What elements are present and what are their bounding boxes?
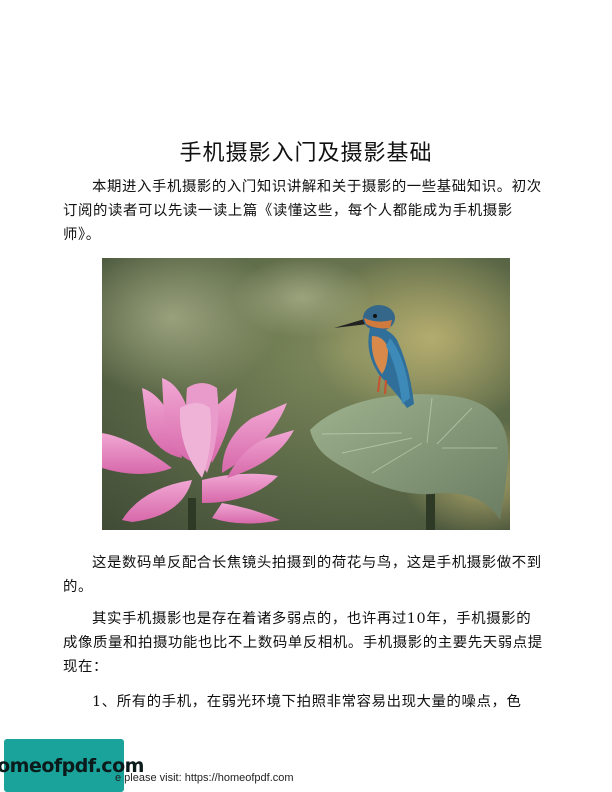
photo-caption-paragraph: 这是数码单反配合长焦镜头拍摄到的荷花与鸟，这是手机摄影做不到的。 <box>63 555 542 595</box>
document-title: 手机摄影入门及摄影基础 <box>179 140 433 166</box>
lotus-kingfisher-photo <box>102 258 510 530</box>
footer-watermark-link[interactable]: e please visit: https://homeofpdf.com <box>115 772 294 784</box>
list-item-1: 1、所有的手机，在弱光环境下拍照非常容易出现大量的噪点，色 <box>92 694 522 710</box>
weakness-paragraph: 其实手机摄影也是存在着诸多弱点的，也许再过10年，手机摄影的成像质量和拍摄功能也… <box>63 611 543 675</box>
homeofpdf-logo[interactable]: homeofpdf.com <box>0 739 144 792</box>
pdf-page: 手机摄影入门及摄影基础 本期进入手机摄影的入门知识讲解和关于摄影的一些基础知识。… <box>0 0 612 792</box>
intro-paragraph: 本期进入手机摄影的入门知识讲解和关于摄影的一些基础知识。初次订阅的读者可以先读一… <box>63 179 542 243</box>
